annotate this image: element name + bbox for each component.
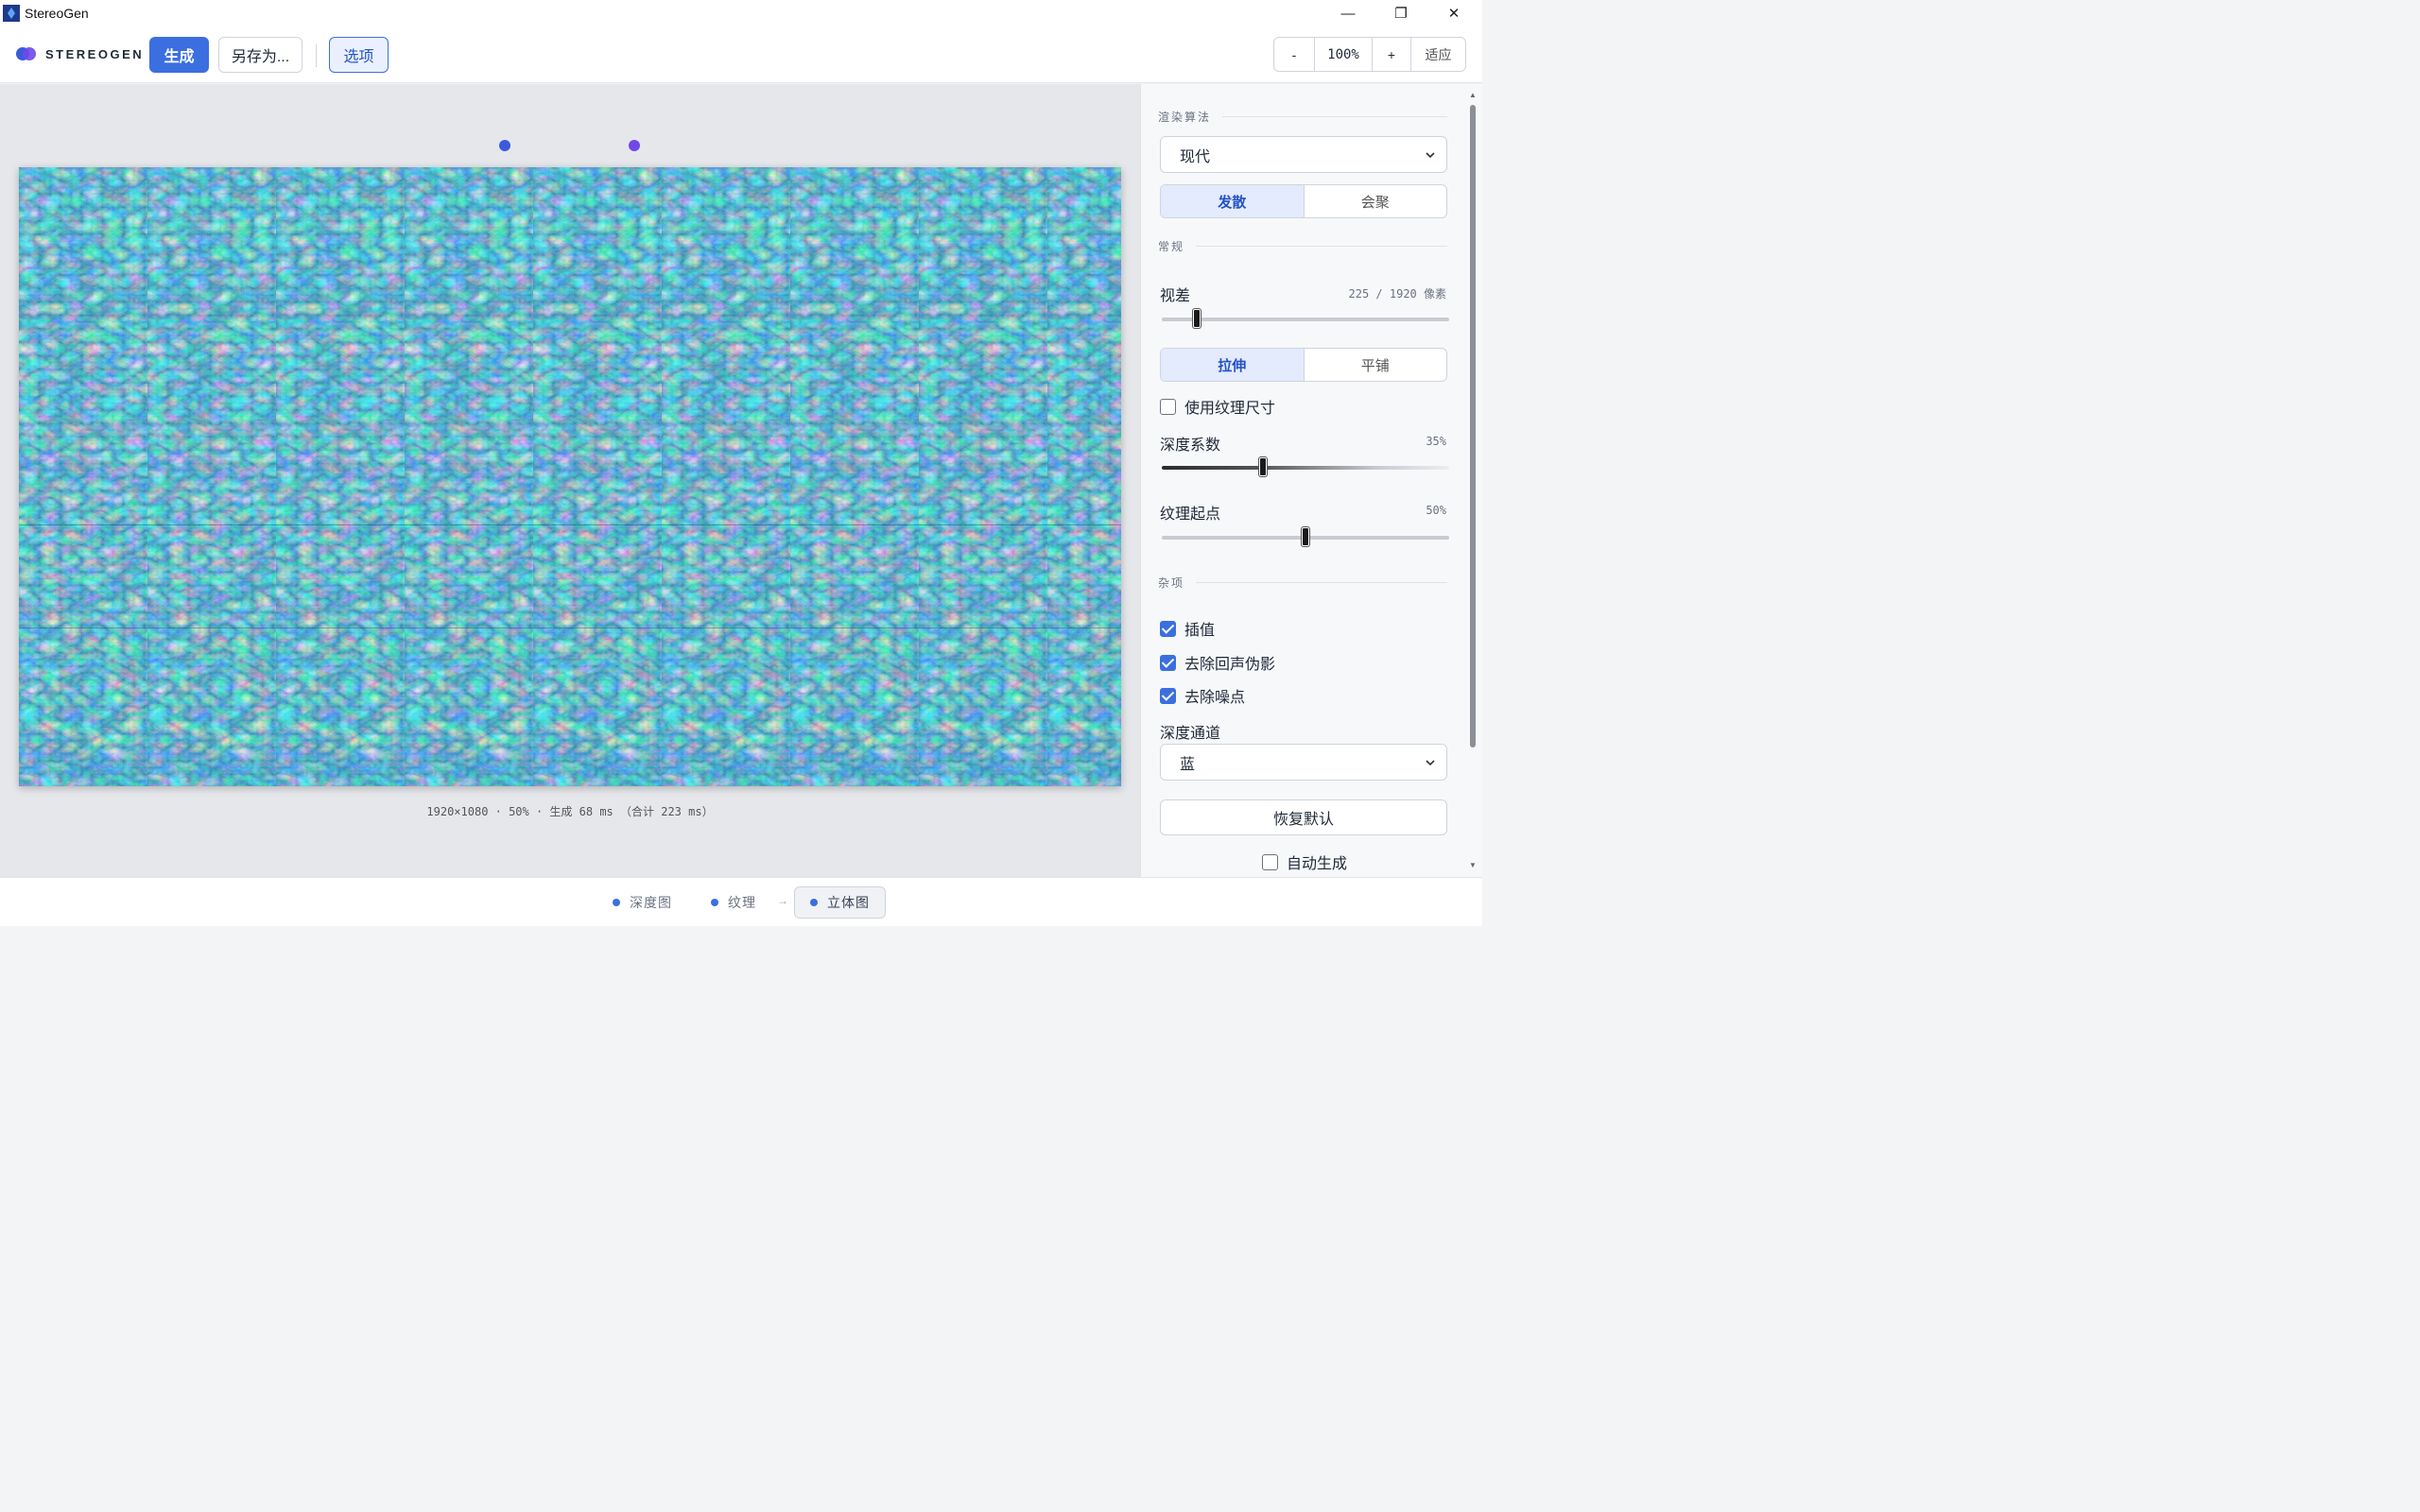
checkbox-icon bbox=[1262, 853, 1278, 870]
checkbox-icon bbox=[1160, 398, 1176, 415]
depth-factor-label: 深度系数 bbox=[1160, 438, 1221, 454]
parallax-value: 225 / 1920 像素 bbox=[1348, 287, 1446, 301]
step-dot-icon bbox=[711, 899, 718, 906]
image-info-caption: 1920×1080 · 50% · 生成 68 ms （合计 223 ms） bbox=[426, 805, 714, 818]
step-label: 纹理 bbox=[728, 895, 756, 910]
scroll-up-icon[interactable]: ▲ bbox=[1468, 92, 1478, 99]
app-icon bbox=[3, 5, 20, 22]
step-dot-icon bbox=[810, 899, 818, 906]
section-general: 常规 bbox=[1158, 238, 1447, 254]
depth-channel-select[interactable]: 蓝 bbox=[1160, 744, 1447, 781]
brand-name: STEREOGEN bbox=[45, 47, 145, 61]
section-title: 常规 bbox=[1158, 240, 1185, 253]
texture-start-slider-handle[interactable] bbox=[1302, 527, 1309, 546]
zoom-out-button[interactable]: - bbox=[1274, 38, 1315, 71]
parallax-slider-handle[interactable] bbox=[1193, 309, 1201, 328]
close-button[interactable]: ✕ bbox=[1427, 0, 1480, 26]
bottom-step-bar: 深度图 纹理 → 立体图 bbox=[0, 877, 1482, 926]
section-render-algorithm: 渲染算法 bbox=[1158, 109, 1447, 125]
depth-factor-slider-handle[interactable] bbox=[1259, 457, 1267, 476]
step-label: 深度图 bbox=[630, 895, 672, 910]
depth-channel-value: 蓝 bbox=[1180, 756, 1196, 773]
fit-button[interactable]: 适应 bbox=[1411, 38, 1465, 71]
mode-diverge-button[interactable]: 发散 bbox=[1161, 185, 1305, 217]
checkbox-checked-icon bbox=[1160, 654, 1176, 671]
window-title: StereoGen bbox=[25, 6, 89, 21]
texture-start-value: 50% bbox=[1426, 504, 1446, 517]
texture-start-label: 纹理起点 bbox=[1160, 507, 1221, 523]
section-title: 杂项 bbox=[1158, 576, 1185, 590]
checkbox-checked-icon bbox=[1160, 687, 1176, 704]
zoom-in-button[interactable]: + bbox=[1373, 38, 1411, 71]
toolbar: STEREOGEN 生成 另存为... 选项 - 100% + 适应 bbox=[0, 26, 1482, 83]
restore-button[interactable]: ❐ bbox=[1374, 0, 1427, 26]
options-panel: 渲染算法 现代 发散 会聚 常规 视差 225 / 1920 像素 拉伸 平铺 … bbox=[1140, 84, 1482, 877]
step-stereogram[interactable]: 立体图 bbox=[794, 886, 886, 919]
logo-icon bbox=[16, 47, 37, 60]
auto-generate-checkbox[interactable]: 自动生成 bbox=[1262, 850, 1347, 873]
parallax-label: 视差 bbox=[1160, 288, 1191, 304]
fit-stretch-button[interactable]: 拉伸 bbox=[1161, 349, 1305, 381]
texture-start-slider[interactable] bbox=[1162, 527, 1449, 546]
guide-dot-right bbox=[629, 140, 640, 151]
use-texture-size-checkbox[interactable]: 使用纹理尺寸 bbox=[1160, 395, 1275, 418]
title-bar: StereoGen — ❐ ✕ bbox=[0, 0, 1482, 26]
options-button[interactable]: 选项 bbox=[329, 37, 389, 73]
step-depth-map[interactable]: 深度图 bbox=[613, 886, 672, 919]
section-title: 渲染算法 bbox=[1158, 111, 1212, 124]
minimize-button[interactable]: — bbox=[1322, 0, 1374, 26]
minimize-icon: — bbox=[1340, 5, 1356, 22]
depth-channel-label: 深度通道 bbox=[1160, 726, 1221, 742]
remove-noise-checkbox[interactable]: 去除噪点 bbox=[1160, 684, 1245, 707]
reset-defaults-button[interactable]: 恢复默认 bbox=[1160, 799, 1447, 835]
checkbox-checked-icon bbox=[1160, 620, 1176, 637]
checkbox-label: 去除回声伪影 bbox=[1184, 657, 1276, 673]
checkbox-label: 自动生成 bbox=[1287, 856, 1348, 872]
panel-scrollbar[interactable]: ▲ ▼ bbox=[1468, 92, 1478, 869]
algorithm-select[interactable]: 现代 bbox=[1160, 136, 1447, 173]
scrollbar-thumb[interactable] bbox=[1470, 105, 1476, 747]
guide-dot-left bbox=[499, 140, 510, 151]
generate-button[interactable]: 生成 bbox=[149, 37, 209, 73]
remove-echo-checkbox[interactable]: 去除回声伪影 bbox=[1160, 651, 1275, 674]
interpolate-checkbox[interactable]: 插值 bbox=[1160, 617, 1215, 640]
mode-converge-button[interactable]: 会聚 bbox=[1305, 185, 1447, 217]
texture-fit-toggle: 拉伸 平铺 bbox=[1160, 348, 1447, 382]
zoom-controls: - 100% + 适应 bbox=[1273, 37, 1466, 72]
save-as-button[interactable]: 另存为... bbox=[218, 37, 302, 73]
section-misc: 杂项 bbox=[1158, 575, 1447, 591]
mode-toggle: 发散 会聚 bbox=[1160, 184, 1447, 218]
depth-factor-value: 35% bbox=[1426, 435, 1446, 448]
stereogram-image[interactable] bbox=[19, 167, 1121, 786]
restore-icon: ❐ bbox=[1394, 6, 1408, 22]
step-dot-icon bbox=[613, 899, 620, 906]
depth-factor-slider[interactable] bbox=[1162, 457, 1449, 476]
arrow-right-icon: → bbox=[777, 894, 788, 907]
toolbar-divider bbox=[316, 44, 317, 67]
canvas-area: 1920×1080 · 50% · 生成 68 ms （合计 223 ms） bbox=[0, 84, 1140, 877]
chevron-down-icon bbox=[1426, 152, 1435, 159]
scroll-down-icon[interactable]: ▼ bbox=[1468, 862, 1478, 869]
chevron-down-icon bbox=[1426, 760, 1435, 766]
fit-tile-button[interactable]: 平铺 bbox=[1305, 349, 1447, 381]
algorithm-value: 现代 bbox=[1180, 148, 1211, 165]
parallax-slider[interactable] bbox=[1162, 309, 1449, 328]
checkbox-label: 去除噪点 bbox=[1184, 690, 1246, 706]
zoom-level: 100% bbox=[1315, 38, 1373, 71]
close-icon: ✕ bbox=[1447, 6, 1461, 22]
checkbox-label: 插值 bbox=[1184, 623, 1216, 639]
checkbox-label: 使用纹理尺寸 bbox=[1184, 401, 1276, 417]
stereogram-texture bbox=[19, 167, 1121, 786]
step-label: 立体图 bbox=[827, 895, 870, 910]
step-texture[interactable]: 纹理 bbox=[711, 886, 756, 919]
